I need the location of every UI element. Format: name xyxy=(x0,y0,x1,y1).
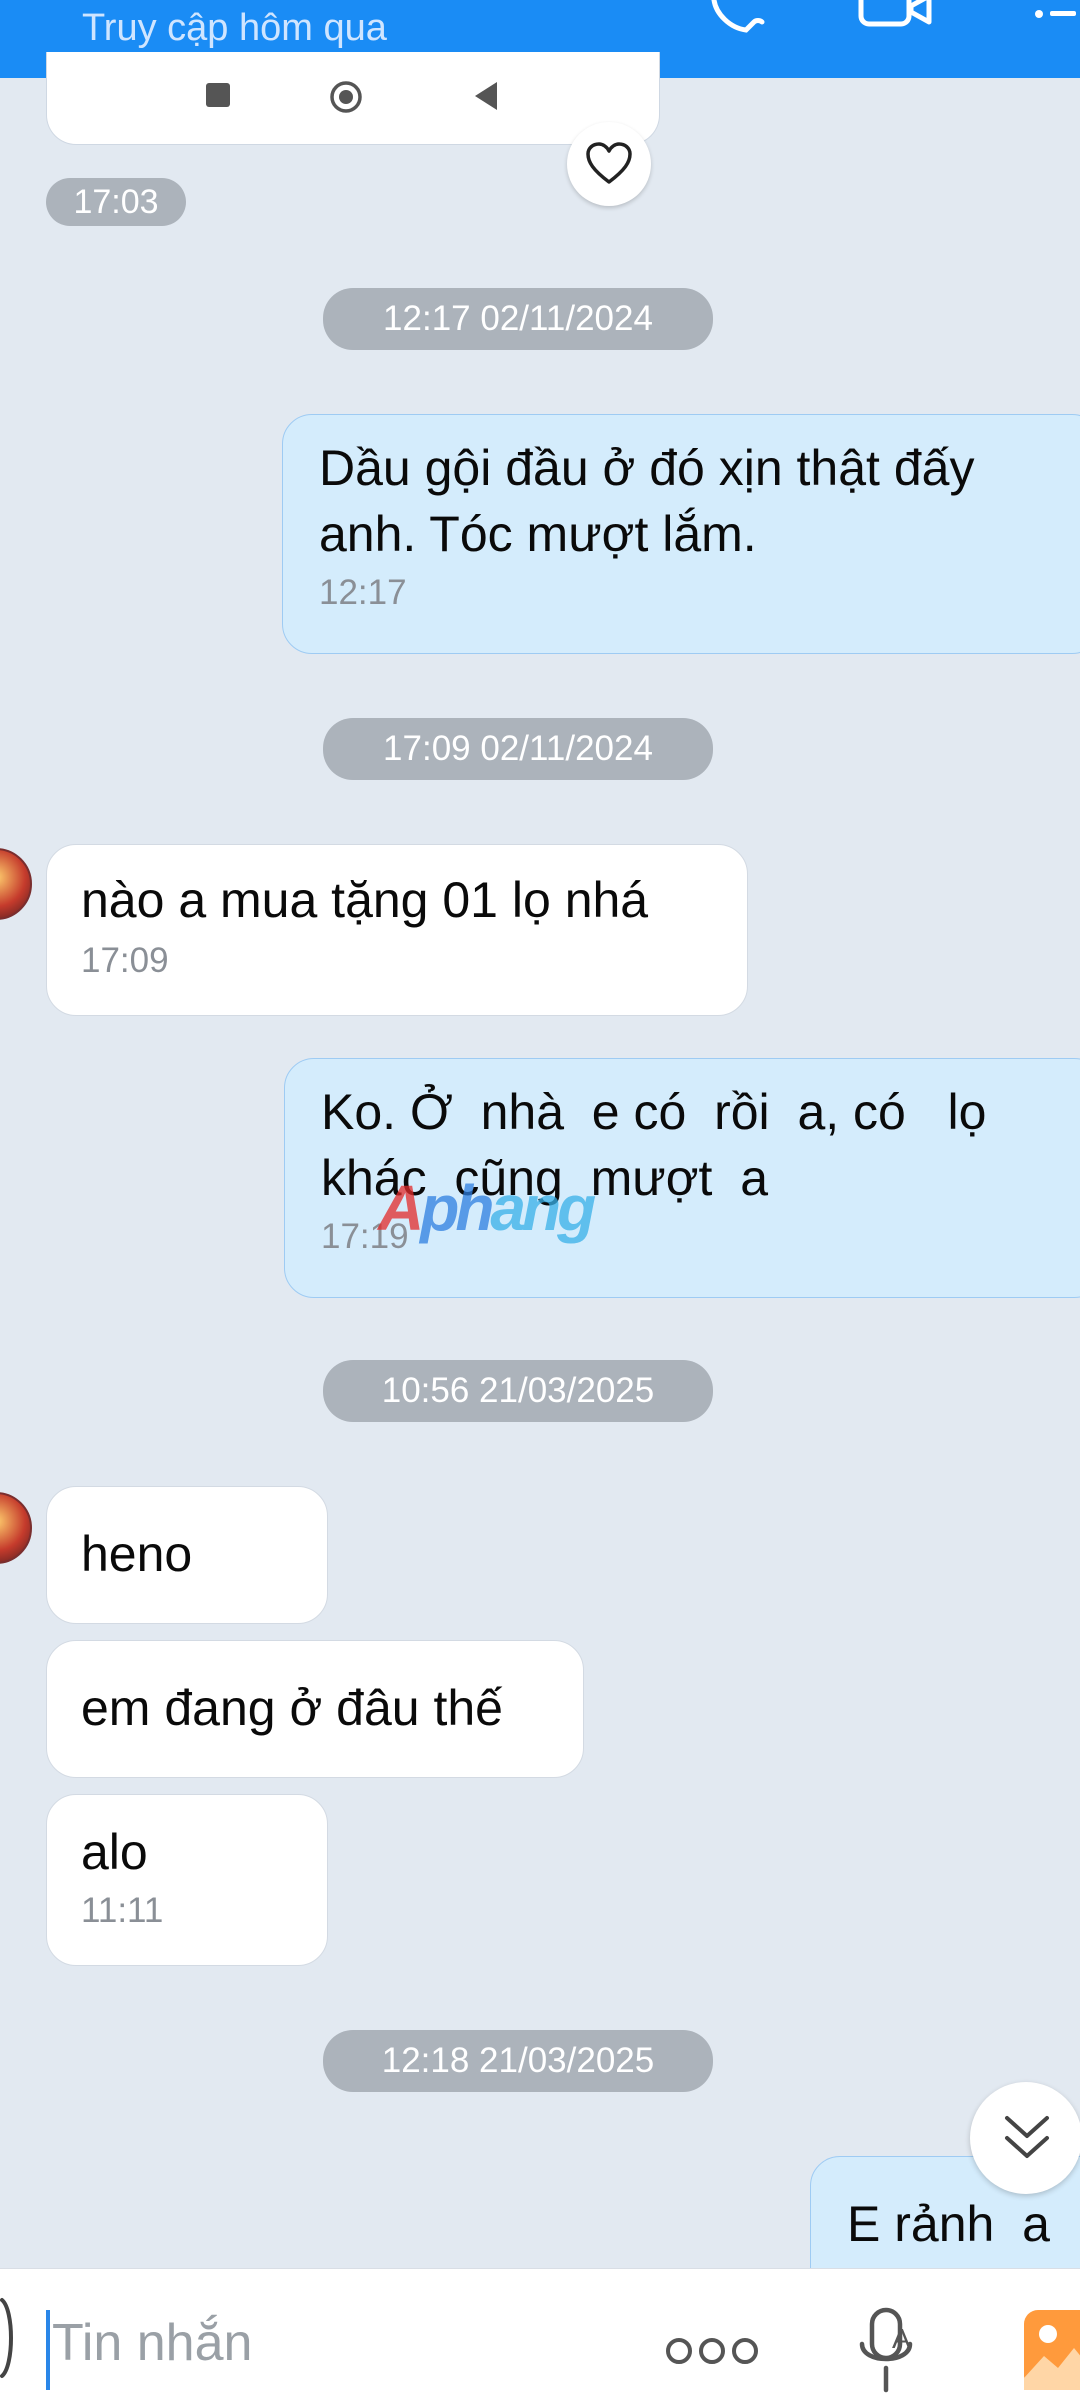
image-picker-icon[interactable] xyxy=(1022,2308,1080,2394)
message-bubble-received[interactable]: alo 11:11 xyxy=(46,1794,328,1966)
message-time: 11:11 xyxy=(81,1891,164,1930)
react-heart-button[interactable] xyxy=(567,122,651,206)
nav-back-icon xyxy=(475,82,497,110)
last-seen-status: Truy cập hôm qua xyxy=(82,7,387,49)
message-time-badge: 17:03 xyxy=(46,178,186,226)
more-options-icon[interactable] xyxy=(664,2334,760,2368)
message-bubble-sent[interactable]: Dầu gội đầu ở đó xịn thật đấy anh. Tóc m… xyxy=(282,414,1080,654)
message-text-line: anh. Tóc mượt lắm. xyxy=(319,506,757,562)
nav-square-icon xyxy=(206,83,230,107)
message-text-line: nào a mua tặng 01 lọ nhá xyxy=(81,872,649,928)
message-time: 17:09 xyxy=(81,941,169,980)
message-input[interactable]: Tin nhắn xyxy=(52,2300,612,2386)
message-time: 12:17 xyxy=(319,573,407,612)
date-separator: 12:18 21/03/2025 xyxy=(323,2030,713,2092)
message-text-line: em đang ở đâu thế xyxy=(81,1680,503,1736)
message-text-line: Ko. Ở nhà e có rồi a, có lọ xyxy=(321,1084,987,1140)
text-caret xyxy=(46,2310,50,2390)
video-call-icon[interactable] xyxy=(855,0,935,40)
message-text-line: heno xyxy=(81,1526,193,1582)
heart-icon xyxy=(586,142,632,184)
voice-input-icon[interactable]: A xyxy=(858,2306,924,2396)
message-text-line: E rảnh a xyxy=(847,2196,1050,2252)
message-bubble-received[interactable]: heno xyxy=(46,1486,328,1624)
date-separator: 12:17 02/11/2024 xyxy=(323,288,713,350)
watermark-logo: Aphang xyxy=(378,1172,596,1244)
more-icon[interactable] xyxy=(1030,0,1080,40)
message-text-line: Dầu gội đầu ở đó xịn thật đấy xyxy=(319,440,975,496)
previous-message-bubble[interactable] xyxy=(46,52,660,145)
message-bubble-received[interactable]: em đang ở đâu thế xyxy=(46,1640,584,1778)
contact-avatar[interactable] xyxy=(0,1492,32,1564)
contact-avatar[interactable] xyxy=(0,848,32,920)
message-text-line: alo xyxy=(81,1824,148,1880)
date-separator: 10:56 21/03/2025 xyxy=(323,1360,713,1422)
date-separator: 17:09 02/11/2024 xyxy=(323,718,713,780)
emoji-icon[interactable] xyxy=(0,2296,20,2380)
double-chevron-down-icon xyxy=(1005,2116,1049,2158)
nav-home-icon xyxy=(330,81,362,113)
svg-text:A: A xyxy=(892,2323,911,2354)
scroll-to-bottom-button[interactable] xyxy=(970,2082,1080,2194)
message-bubble-received[interactable]: nào a mua tặng 01 lọ nhá 17:09 xyxy=(46,844,748,1016)
phone-icon[interactable] xyxy=(700,0,770,40)
